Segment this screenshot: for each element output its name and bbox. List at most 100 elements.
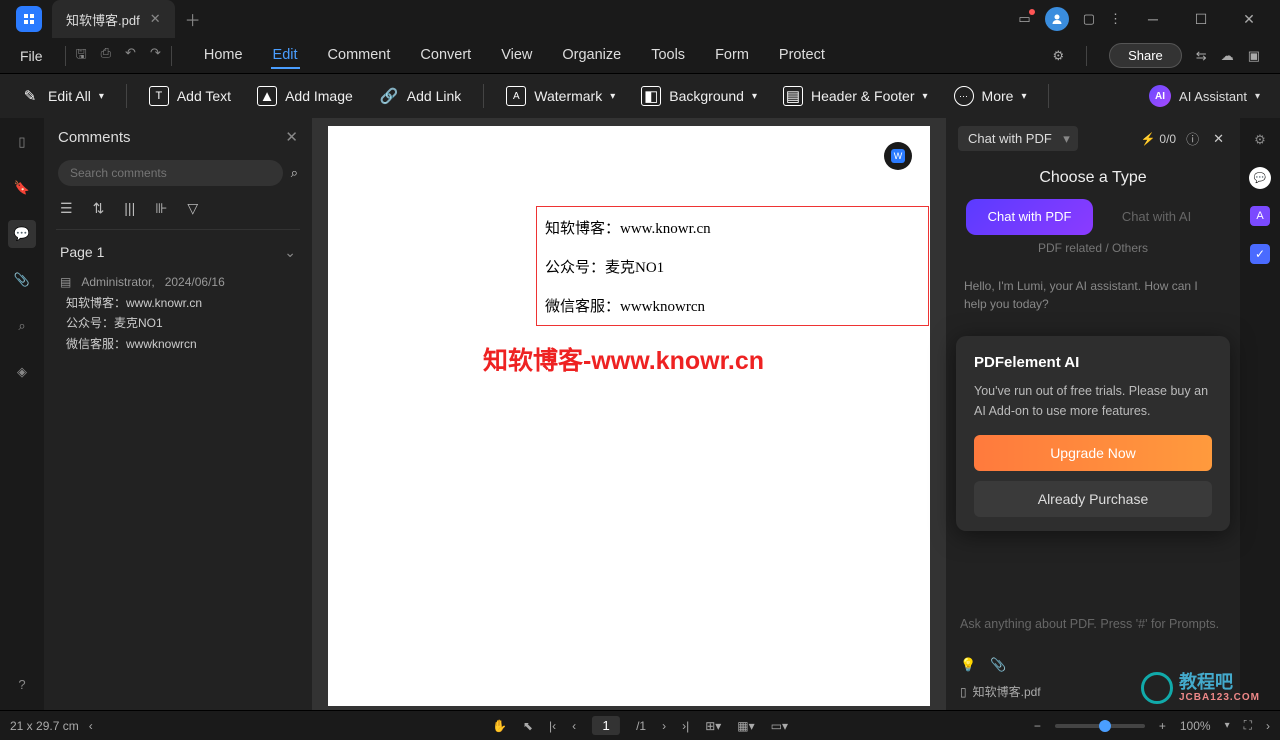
present-icon[interactable]: ▭ xyxy=(1018,11,1030,27)
attach-icon[interactable]: 📎 xyxy=(990,657,1006,673)
comments-panel: Comments ✕ ⌕ ☰ ⇅ ||| ⊪ ▽ Page 1 ⌄ ▤ Admi… xyxy=(44,118,312,710)
header-footer-button[interactable]: ▤ Header & Footer ▾ xyxy=(773,80,938,112)
zoom-slider[interactable] xyxy=(1055,724,1145,728)
select-tool-icon[interactable]: ⬉ xyxy=(523,719,533,733)
minimize-button[interactable]: ─ xyxy=(1136,11,1170,27)
hand-tool-icon[interactable]: ✋ xyxy=(492,719,507,733)
annotation-box[interactable]: 知软博客：www.knowr.cn 公众号：麦克NO1 微信客服：wwwknow… xyxy=(536,206,929,326)
chat-with-pdf-option[interactable]: Chat with PDF xyxy=(966,199,1093,235)
comment-item[interactable]: ▤ Administrator, 2024/06/16 知软博客：www.kno… xyxy=(44,269,312,360)
menu-tools[interactable]: Tools xyxy=(649,43,687,69)
expand-icon[interactable]: ▣ xyxy=(1248,48,1260,64)
adjust-icon[interactable]: ⊪ xyxy=(155,200,167,217)
fit-width-icon[interactable]: ⊞▾ xyxy=(705,719,721,733)
add-text-button[interactable]: T Add Text xyxy=(139,80,241,112)
lightbulb-icon[interactable]: ⚙ xyxy=(1052,48,1064,64)
title-bar: 知软博客.pdf ✕ ＋ ▭ ▢ ⋮ ─ ☐ ✕ xyxy=(0,0,1280,38)
zoom-dropdown-icon[interactable]: ▾ xyxy=(1225,720,1230,731)
background-button[interactable]: ◧ Background ▾ xyxy=(631,80,767,112)
last-page-icon[interactable]: ›| xyxy=(682,719,689,733)
panel-close-icon[interactable]: ✕ xyxy=(285,128,298,146)
first-page-icon[interactable]: |‹ xyxy=(549,719,556,733)
ai-help-icon[interactable]: ⓘ xyxy=(1186,129,1199,148)
save-icon[interactable]: 🖫 xyxy=(76,45,87,67)
upgrade-button[interactable]: Upgrade Now xyxy=(974,435,1212,471)
menu-convert[interactable]: Convert xyxy=(418,43,473,69)
settings-slider-icon[interactable]: ⚙ xyxy=(1248,128,1272,152)
menu-home[interactable]: Home xyxy=(202,43,245,69)
collapse-right-icon[interactable]: › xyxy=(1266,719,1270,733)
help-icon[interactable]: ? xyxy=(8,670,36,698)
more-button[interactable]: ⋯ More ▾ xyxy=(944,80,1037,112)
bookmarks-icon[interactable]: 🔖 xyxy=(8,174,36,202)
next-page-icon[interactable]: › xyxy=(662,719,666,733)
document-viewport[interactable]: W 知软博客：www.knowr.cn 公众号：麦克NO1 微信客服：wwwkn… xyxy=(312,118,946,710)
add-image-button[interactable]: ▲ Add Image xyxy=(247,80,363,112)
convert-badge[interactable]: W xyxy=(884,142,912,170)
add-tab-button[interactable]: ＋ xyxy=(185,7,201,31)
more-icon: ⋯ xyxy=(954,86,974,106)
funnel-icon[interactable]: ▽ xyxy=(187,200,198,217)
idea-icon[interactable]: 💡 xyxy=(960,657,976,673)
maximize-button[interactable]: ☐ xyxy=(1184,11,1218,28)
page-section-header[interactable]: Page 1 ⌄ xyxy=(44,230,312,269)
page-number-input[interactable] xyxy=(592,716,620,735)
search-icon[interactable]: ⌕ xyxy=(291,160,298,186)
message-icon[interactable]: ▢ xyxy=(1083,11,1095,27)
zoom-in-icon[interactable]: + xyxy=(1159,719,1166,733)
menu-form[interactable]: Form xyxy=(713,43,751,69)
translate-icon[interactable]: A xyxy=(1248,204,1272,228)
watermark-icon: A xyxy=(506,86,526,106)
ai-panel: Chat with PDF ⚡ 0/0 ⓘ ✕ Choose a Type Ch… xyxy=(946,118,1240,710)
menu-organize[interactable]: Organize xyxy=(560,43,623,69)
menu-edit[interactable]: Edit xyxy=(271,43,300,69)
already-purchase-button[interactable]: Already Purchase xyxy=(974,481,1212,517)
chevron-down-icon: ▾ xyxy=(923,91,928,102)
watermark-button[interactable]: A Watermark ▾ xyxy=(496,80,625,112)
menu-view[interactable]: View xyxy=(499,43,534,69)
check-icon[interactable]: ✓ xyxy=(1248,242,1272,266)
comment-search-input[interactable] xyxy=(58,160,283,186)
ai-panel-close-icon[interactable]: ✕ xyxy=(1209,131,1228,147)
chat-bubble-icon[interactable]: 💬 xyxy=(1248,166,1272,190)
columns-icon[interactable]: ||| xyxy=(124,200,135,217)
kebab-menu-icon[interactable]: ⋮ xyxy=(1109,11,1122,27)
read-mode-icon[interactable]: ▭▾ xyxy=(771,719,788,733)
collapse-left-icon[interactable]: ‹ xyxy=(89,719,93,733)
filter-vert-icon[interactable]: ⇅ xyxy=(93,200,105,217)
share-link-icon[interactable]: ⇆ xyxy=(1196,48,1207,64)
edit-all-button[interactable]: ✎ Edit All ▾ xyxy=(10,80,114,112)
document-tab[interactable]: 知软博客.pdf ✕ xyxy=(52,0,175,38)
main-menu: Home Edit Comment Convert View Organize … xyxy=(202,43,827,69)
page-dimensions: 21 x 29.7 cm xyxy=(10,719,79,733)
comments-tab-icon[interactable]: 💬 xyxy=(8,220,36,248)
ai-mode-selector[interactable]: Chat with PDF xyxy=(958,126,1078,151)
menu-comment[interactable]: Comment xyxy=(326,43,393,69)
watermark-text: 知软博客-www.knowr.cn xyxy=(483,341,764,377)
ai-assistant-button[interactable]: AI AI Assistant ▾ xyxy=(1139,79,1270,113)
fullscreen-icon[interactable]: ⛶ xyxy=(1244,718,1252,733)
menu-protect[interactable]: Protect xyxy=(777,43,827,69)
pdf-page[interactable]: W 知软博客：www.knowr.cn 公众号：麦克NO1 微信客服：wwwkn… xyxy=(328,126,930,706)
add-link-button[interactable]: 🔗 Add Link xyxy=(369,80,471,112)
zoom-out-icon[interactable]: − xyxy=(1034,719,1041,733)
attachments-icon[interactable]: 📎 xyxy=(8,266,36,294)
ai-input[interactable]: Ask anything about PDF. Press '#' for Pr… xyxy=(960,609,1226,639)
view-mode-icon[interactable]: ▦▾ xyxy=(737,719,754,733)
thumbnails-icon[interactable]: ▯ xyxy=(8,128,36,156)
undo-icon[interactable]: ↶ xyxy=(125,45,136,67)
layers-icon[interactable]: ◈ xyxy=(8,358,36,386)
ai-file-context[interactable]: ▯ 知软博客.pdf xyxy=(946,677,1240,710)
tab-close-icon[interactable]: ✕ xyxy=(150,11,161,27)
print-icon[interactable]: ⎙ xyxy=(101,45,111,67)
chat-with-ai-option[interactable]: Chat with AI xyxy=(1093,199,1220,235)
redo-icon[interactable]: ↷ xyxy=(150,45,161,67)
sort-icon[interactable]: ☰ xyxy=(60,200,73,217)
cloud-icon[interactable]: ☁ xyxy=(1221,48,1234,64)
file-menu[interactable]: File xyxy=(8,42,55,70)
user-avatar[interactable] xyxy=(1045,7,1069,31)
search-icon[interactable]: ⌕ xyxy=(8,312,36,340)
close-window-button[interactable]: ✕ xyxy=(1232,11,1266,28)
prev-page-icon[interactable]: ‹ xyxy=(572,719,576,733)
share-button[interactable]: Share xyxy=(1109,43,1182,68)
